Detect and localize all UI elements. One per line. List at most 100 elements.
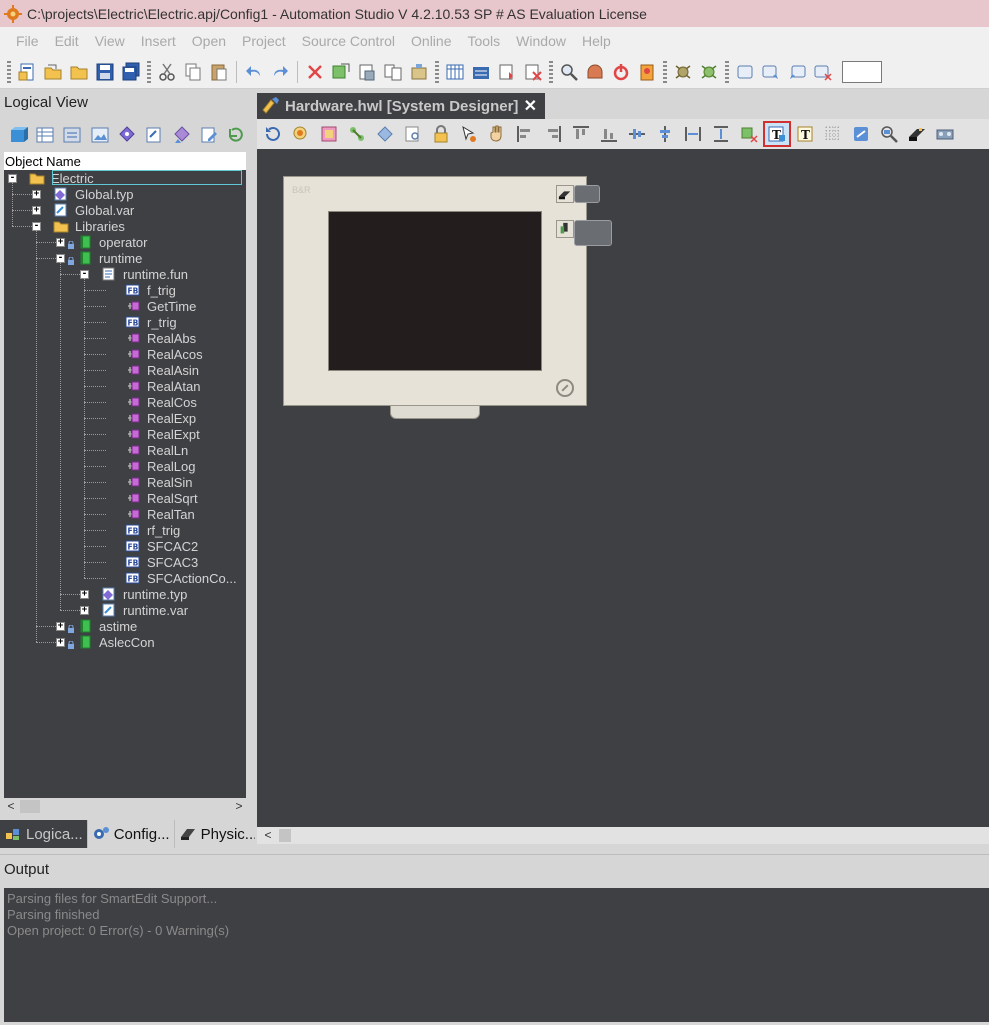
compare-icon[interactable]: [380, 59, 406, 85]
copy-icon[interactable]: [180, 59, 206, 85]
tree-item[interactable]: + runtime.var: [80, 602, 188, 618]
menu-help[interactable]: Help: [574, 33, 619, 49]
tree-item[interactable]: RealSqrt: [104, 490, 198, 506]
toolbar-grip[interactable]: [435, 60, 439, 83]
paste-icon[interactable]: [206, 59, 232, 85]
menu-project[interactable]: Project: [234, 33, 294, 49]
properties-icon[interactable]: [59, 122, 86, 148]
menu-window[interactable]: Window: [508, 33, 574, 49]
sd-align-bottom-icon[interactable]: [595, 121, 623, 147]
debug-icon[interactable]: [670, 59, 696, 85]
canvas-horizontal-scrollbar[interactable]: <: [257, 827, 989, 844]
save-all-icon[interactable]: [118, 59, 144, 85]
expand-icon[interactable]: +: [56, 637, 65, 647]
service-mode-icon[interactable]: [634, 59, 660, 85]
sd-insert-text-field-icon[interactable]: T: [763, 121, 791, 147]
transfer-icon[interactable]: [406, 59, 432, 85]
refresh-tree-icon[interactable]: [223, 122, 250, 148]
menu-tools[interactable]: Tools: [459, 33, 508, 49]
open-folder-icon[interactable]: [66, 59, 92, 85]
tree-item[interactable]: + Global.typ: [32, 186, 134, 202]
sd-inspect-icon[interactable]: [875, 121, 903, 147]
configuration-icon[interactable]: [468, 59, 494, 85]
sd-align-top-icon[interactable]: [567, 121, 595, 147]
panel-pc-device[interactable]: B&R: [283, 176, 587, 406]
sd-refresh-icon[interactable]: [259, 121, 287, 147]
expand-icon[interactable]: +: [80, 589, 89, 599]
menu-view[interactable]: View: [87, 33, 133, 49]
sd-delete-connection-icon[interactable]: [735, 121, 763, 147]
ethernet-port-icon[interactable]: [556, 185, 574, 203]
expand-icon[interactable]: +: [80, 605, 89, 615]
logical-tree-horizontal-scrollbar[interactable]: < >: [4, 798, 246, 815]
sd-lock-icon[interactable]: [427, 121, 455, 147]
tree-item[interactable]: + AslecCon: [56, 634, 155, 650]
open-project-icon[interactable]: [40, 59, 66, 85]
image-icon[interactable]: [86, 122, 113, 148]
sd-center-h-icon[interactable]: [623, 121, 651, 147]
tree-item[interactable]: + runtime.typ: [80, 586, 187, 602]
save-icon[interactable]: [92, 59, 118, 85]
menu-open[interactable]: Open: [184, 33, 234, 49]
system-designer-canvas[interactable]: B&R: [257, 149, 989, 827]
sd-select-icon[interactable]: [455, 121, 483, 147]
tree-item[interactable]: RealTan: [104, 506, 195, 522]
sd-grid-icon[interactable]: [819, 121, 847, 147]
sd-pan-icon[interactable]: [483, 121, 511, 147]
usb-port-icon[interactable]: [556, 220, 574, 238]
tree-item[interactable]: RealLog: [104, 458, 195, 474]
table-view-icon[interactable]: [31, 122, 58, 148]
tab-hardware-system-designer[interactable]: Hardware.hwl [System Designer] ✕: [257, 93, 545, 119]
sd-zoom-icon[interactable]: [287, 121, 315, 147]
redo-icon[interactable]: [267, 59, 293, 85]
tree-item[interactable]: FB SFCAC3: [104, 554, 198, 570]
window-next-icon[interactable]: [758, 59, 784, 85]
variable-add-icon[interactable]: [141, 122, 168, 148]
debug-green-icon[interactable]: [696, 59, 722, 85]
tab-configuration-view[interactable]: Config...: [88, 820, 175, 848]
tree-item[interactable]: FB SFCAC2: [104, 538, 198, 554]
tab-physical-view[interactable]: Physic...: [175, 820, 263, 848]
sd-hardware-module-icon[interactable]: [903, 121, 931, 147]
expand-icon[interactable]: +: [56, 237, 65, 247]
toolbar-grip[interactable]: [147, 60, 151, 83]
online-search-icon[interactable]: [556, 59, 582, 85]
toolbar-grip[interactable]: [725, 60, 729, 83]
window-prev-icon[interactable]: [784, 59, 810, 85]
toolbar-search-input[interactable]: [842, 60, 882, 83]
power-icon[interactable]: [608, 59, 634, 85]
device-port-connector[interactable]: [574, 185, 600, 203]
tree-item[interactable]: GetTime: [104, 298, 196, 314]
scroll-thumb[interactable]: [279, 829, 291, 842]
sd-align-left-icon[interactable]: [511, 121, 539, 147]
tree-item[interactable]: RealExpt: [104, 426, 200, 442]
scroll-left-arrow-icon[interactable]: <: [4, 798, 18, 815]
tree-item[interactable]: FB rf_trig: [104, 522, 180, 538]
menu-online[interactable]: Online: [403, 33, 459, 49]
tree-item[interactable]: RealCos: [104, 394, 197, 410]
tree-item[interactable]: RealExp: [104, 410, 196, 426]
menu-source-control[interactable]: Source Control: [294, 33, 403, 49]
tree-item[interactable]: RealAsin: [104, 362, 199, 378]
tree-item[interactable]: RealLn: [104, 442, 188, 458]
download-icon[interactable]: [494, 59, 520, 85]
logical-tree[interactable]: - Electric + Global.typ + Global.var - Librarie…: [4, 170, 246, 798]
toolbar-grip[interactable]: [549, 60, 553, 83]
sd-module-icon[interactable]: [315, 121, 343, 147]
add-object-icon[interactable]: [4, 122, 31, 148]
sd-search-icon[interactable]: [399, 121, 427, 147]
warm-restart-icon[interactable]: [582, 59, 608, 85]
build-icon[interactable]: [328, 59, 354, 85]
window-close-icon[interactable]: [810, 59, 836, 85]
sd-align-right-icon[interactable]: [539, 121, 567, 147]
menu-insert[interactable]: Insert: [133, 33, 184, 49]
sd-diamond-icon[interactable]: [371, 121, 399, 147]
tree-item[interactable]: FB SFCActionCo...: [104, 570, 237, 586]
undo-icon[interactable]: [241, 59, 267, 85]
expand-icon[interactable]: +: [56, 621, 65, 631]
scroll-left-arrow-icon[interactable]: <: [261, 827, 275, 844]
tree-item[interactable]: + operator: [56, 234, 147, 250]
tree-item[interactable]: RealAbs: [104, 330, 196, 346]
tree-item[interactable]: + astime: [56, 618, 137, 634]
tree-item[interactable]: FB f_trig: [104, 282, 176, 298]
